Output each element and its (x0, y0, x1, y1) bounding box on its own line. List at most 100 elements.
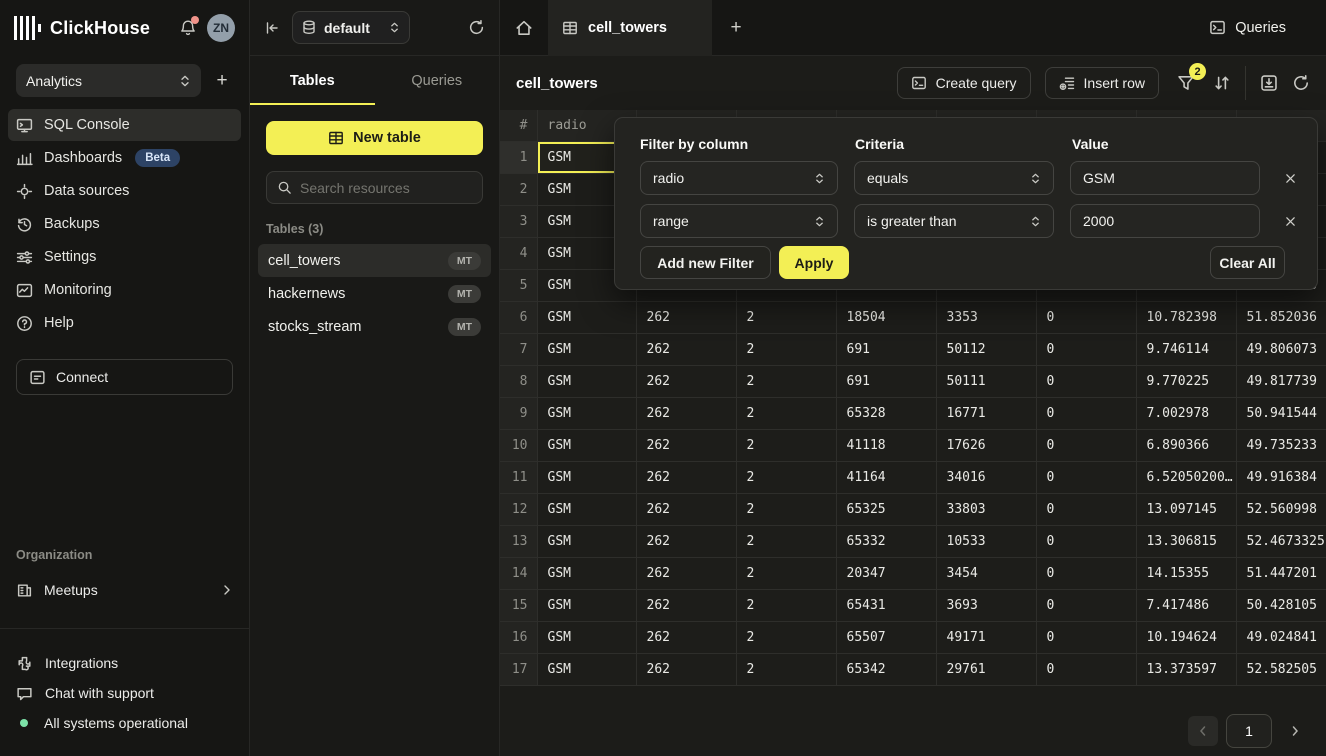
table-cell[interactable]: 13.097145 (1136, 493, 1236, 525)
table-cell[interactable]: 2 (736, 653, 836, 685)
table-cell[interactable]: 49.817739 (1236, 365, 1326, 397)
sidebar-item-system-status[interactable]: All systems operational (0, 708, 249, 738)
filter-column-select[interactable]: range (640, 204, 838, 238)
current-page[interactable]: 1 (1226, 714, 1272, 748)
sidebar-item-data-sources[interactable]: Data sources (8, 175, 241, 207)
apply-filter-button[interactable]: Apply (779, 246, 849, 279)
table-cell[interactable]: GSM (537, 461, 636, 493)
table-cell[interactable]: 262 (636, 589, 736, 621)
table-cell[interactable]: 2 (736, 621, 836, 653)
sidebar-item-integrations[interactable]: Integrations (0, 648, 249, 678)
next-page-button[interactable] (1280, 716, 1310, 746)
filter-column-select[interactable]: radio (640, 161, 838, 195)
database-select[interactable]: default (292, 11, 410, 44)
clear-all-button[interactable]: Clear All (1210, 246, 1285, 279)
tab-queries[interactable]: Queries (375, 56, 500, 105)
table-cell[interactable]: 50112 (936, 333, 1036, 365)
table-cell[interactable]: 17626 (936, 429, 1036, 461)
table-cell[interactable]: 65332 (836, 525, 936, 557)
table-list-item-cell-towers[interactable]: cell_towers MT (258, 244, 491, 277)
search-input[interactable] (300, 180, 481, 196)
filter-value-input[interactable] (1070, 204, 1260, 238)
table-cell[interactable]: 262 (636, 525, 736, 557)
table-cell[interactable]: 3454 (936, 557, 1036, 589)
new-table-button[interactable]: New table (266, 121, 483, 155)
table-cell[interactable]: 2 (736, 493, 836, 525)
table-cell[interactable]: 6.52050200… (1136, 461, 1236, 493)
table-cell[interactable]: 50.428105 (1236, 589, 1326, 621)
table-cell[interactable]: GSM (537, 365, 636, 397)
table-cell[interactable]: 0 (1036, 493, 1136, 525)
table-cell[interactable]: 10533 (936, 525, 1036, 557)
table-cell[interactable]: 3693 (936, 589, 1036, 621)
table-cell[interactable]: 2 (736, 301, 836, 333)
table-cell[interactable]: 65325 (836, 493, 936, 525)
insert-row-button[interactable]: Insert row (1045, 67, 1159, 99)
table-list-item-hackernews[interactable]: hackernews MT (258, 277, 491, 310)
table-cell[interactable]: 9.746114 (1136, 333, 1236, 365)
table-cell[interactable]: 3353 (936, 301, 1036, 333)
table-cell[interactable]: 0 (1036, 525, 1136, 557)
table-cell[interactable]: 0 (1036, 397, 1136, 429)
table-cell[interactable]: 0 (1036, 653, 1136, 685)
table-cell[interactable]: 51.852036 (1236, 301, 1326, 333)
table-cell[interactable]: 10.194624 (1136, 621, 1236, 653)
table-cell[interactable]: GSM (537, 429, 636, 461)
table-cell[interactable]: GSM (537, 301, 636, 333)
sidebar-item-dashboards[interactable]: Dashboards Beta (8, 142, 241, 174)
table-cell[interactable]: 262 (636, 333, 736, 365)
add-workspace-button[interactable]: + (211, 70, 233, 92)
table-cell[interactable]: 7.002978 (1136, 397, 1236, 429)
resource-search[interactable] (266, 171, 483, 204)
sort-button[interactable] (1213, 74, 1231, 92)
table-cell[interactable]: 0 (1036, 429, 1136, 461)
table-cell[interactable]: 7.417486 (1136, 589, 1236, 621)
table-cell[interactable]: 14.15355 (1136, 557, 1236, 589)
table-cell[interactable]: 65431 (836, 589, 936, 621)
notifications-bell-icon[interactable] (179, 19, 197, 37)
table-cell[interactable]: 262 (636, 461, 736, 493)
table-cell[interactable]: 0 (1036, 589, 1136, 621)
table-cell[interactable]: 41164 (836, 461, 936, 493)
table-list-item-stocks-stream[interactable]: stocks_stream MT (258, 310, 491, 343)
table-cell[interactable]: 262 (636, 557, 736, 589)
sidebar-item-monitoring[interactable]: Monitoring (8, 274, 241, 306)
prev-page-button[interactable] (1188, 716, 1218, 746)
table-cell[interactable]: 0 (1036, 557, 1136, 589)
table-cell[interactable]: 0 (1036, 333, 1136, 365)
table-cell[interactable]: GSM (537, 653, 636, 685)
refresh-button[interactable] (1292, 74, 1310, 92)
table-cell[interactable]: 262 (636, 365, 736, 397)
remove-filter-icon[interactable] (1277, 165, 1303, 191)
table-cell[interactable]: 51.447201 (1236, 557, 1326, 589)
table-cell[interactable]: GSM (537, 621, 636, 653)
table-cell[interactable]: 33803 (936, 493, 1036, 525)
table-cell[interactable]: 16771 (936, 397, 1036, 429)
remove-filter-icon[interactable] (1277, 208, 1303, 234)
table-cell[interactable]: 49.024841 (1236, 621, 1326, 653)
sidebar-item-chat-support[interactable]: Chat with support (0, 678, 249, 708)
table-cell[interactable]: 2 (736, 365, 836, 397)
table-cell[interactable]: GSM (537, 493, 636, 525)
table-cell[interactable]: 262 (636, 653, 736, 685)
table-cell[interactable]: 691 (836, 333, 936, 365)
table-cell[interactable]: 49171 (936, 621, 1036, 653)
filter-criteria-select[interactable]: equals (854, 161, 1054, 195)
tab-tables[interactable]: Tables (250, 56, 375, 105)
table-cell[interactable]: 262 (636, 301, 736, 333)
table-cell[interactable]: 49.806073 (1236, 333, 1326, 365)
table-cell[interactable]: 691 (836, 365, 936, 397)
table-cell[interactable]: 34016 (936, 461, 1036, 493)
download-button[interactable] (1260, 74, 1278, 92)
table-cell[interactable]: 65328 (836, 397, 936, 429)
table-cell[interactable]: 262 (636, 621, 736, 653)
sidebar-item-backups[interactable]: Backups (8, 208, 241, 240)
new-tab-button[interactable]: + (712, 17, 760, 39)
table-cell[interactable]: 0 (1036, 621, 1136, 653)
filter-criteria-select[interactable]: is greater than (854, 204, 1054, 238)
table-cell[interactable]: 2 (736, 333, 836, 365)
table-cell[interactable]: 2 (736, 397, 836, 429)
filter-button[interactable]: 2 (1173, 70, 1199, 96)
table-cell[interactable]: 10.782398 (1136, 301, 1236, 333)
filter-value-input[interactable] (1070, 161, 1260, 195)
